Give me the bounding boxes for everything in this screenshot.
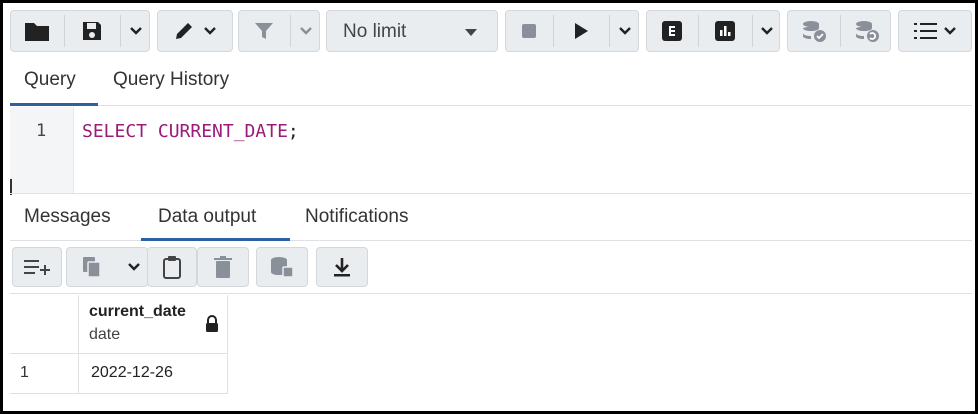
delete-button[interactable] (197, 247, 249, 287)
edit-button[interactable] (157, 10, 233, 52)
rollback-icon (855, 21, 879, 42)
execute-options-dropdown[interactable] (610, 11, 640, 51)
add-row-icon (24, 260, 50, 275)
chevron-down-icon (204, 27, 216, 35)
column-header-current-date[interactable]: current_date date (79, 295, 228, 354)
add-row-button[interactable] (12, 247, 62, 287)
line-number-gutter: 1 (10, 107, 74, 193)
commit-button[interactable] (788, 11, 840, 51)
row-number-cell[interactable]: 1 (10, 354, 79, 394)
column-type: date (89, 326, 121, 343)
explain-button[interactable] (647, 11, 697, 51)
filter-button[interactable] (239, 11, 289, 51)
limit-select-value: No limit (343, 21, 407, 42)
open-file-button[interactable] (11, 11, 63, 51)
table-cell[interactable]: 2022-12-26 (79, 354, 228, 394)
play-icon (575, 23, 588, 39)
execute-button-group (505, 10, 639, 52)
column-name: current_date (89, 303, 186, 320)
row-number: 1 (20, 364, 29, 381)
result-tab-bar: Messages Data output Notifications (10, 193, 972, 241)
chevron-down-icon (130, 27, 142, 35)
result-toolbar (10, 242, 972, 294)
cell-value: 2022-12-26 (91, 364, 173, 381)
save-button[interactable] (65, 11, 119, 51)
active-tab-indicator (141, 238, 290, 241)
data-grid: current_date date 1 2022-12-26 (10, 295, 972, 411)
sql-terminator: ; (287, 121, 299, 142)
transaction-button-group (787, 10, 891, 52)
chevron-down-icon (300, 27, 312, 35)
sql-keyword: SELECT CURRENT_DATE (82, 121, 288, 142)
filter-dropdown[interactable] (291, 11, 321, 51)
sql-editor[interactable]: 1 SELECT CURRENT_DATE; (10, 107, 972, 195)
explain-button-group (646, 10, 780, 52)
limit-select[interactable]: No limit (326, 10, 498, 52)
filter-icon (255, 23, 273, 39)
download-button[interactable] (316, 247, 368, 287)
commit-icon (803, 21, 826, 42)
macros-button[interactable] (898, 10, 972, 52)
clipboard-icon (163, 256, 181, 279)
explain-analyze-icon (715, 21, 735, 41)
pen-icon (176, 23, 192, 39)
filter-button-group (238, 10, 320, 52)
line-number: 1 (36, 121, 47, 141)
active-tab-indicator (10, 103, 98, 106)
tab-query[interactable]: Query (24, 69, 76, 91)
save-data-icon (271, 257, 294, 278)
save-options-dropdown[interactable] (121, 11, 151, 51)
code-line: SELECT CURRENT_DATE; (82, 121, 299, 142)
chevron-down-icon (761, 27, 773, 35)
file-button-group (10, 10, 150, 52)
copy-options-dropdown[interactable] (119, 248, 149, 286)
trash-icon (214, 256, 232, 278)
execute-button[interactable] (554, 11, 608, 51)
copy-icon (83, 257, 101, 278)
caret-down-icon (465, 29, 477, 36)
save-icon (83, 22, 101, 40)
window-frame: No limit Query Query History 1 SELECT CU… (0, 0, 978, 414)
chevron-down-icon (944, 27, 956, 35)
chevron-down-icon (619, 27, 631, 35)
chevron-down-icon (128, 263, 140, 271)
stop-button[interactable] (506, 11, 552, 51)
explain-icon (662, 21, 682, 41)
tab-notifications[interactable]: Notifications (305, 206, 409, 228)
save-data-button[interactable] (256, 247, 308, 287)
download-icon (334, 258, 350, 277)
query-tab-bar: Query Query History (10, 58, 972, 106)
copy-button-group (66, 247, 148, 287)
tab-data-output[interactable]: Data output (158, 206, 256, 228)
explain-analyze-button[interactable] (699, 11, 751, 51)
main-toolbar: No limit (10, 10, 972, 54)
lock-icon (206, 315, 218, 332)
tab-query-history[interactable]: Query History (113, 69, 229, 91)
rollback-button[interactable] (841, 11, 892, 51)
stop-icon (522, 24, 536, 38)
copy-button[interactable] (67, 248, 117, 286)
tab-messages[interactable]: Messages (24, 206, 111, 228)
explain-options-dropdown[interactable] (753, 11, 781, 51)
macros-icon (914, 23, 937, 39)
grid-corner-cell (10, 295, 79, 354)
paste-button[interactable] (147, 247, 197, 287)
folder-icon (25, 23, 49, 41)
